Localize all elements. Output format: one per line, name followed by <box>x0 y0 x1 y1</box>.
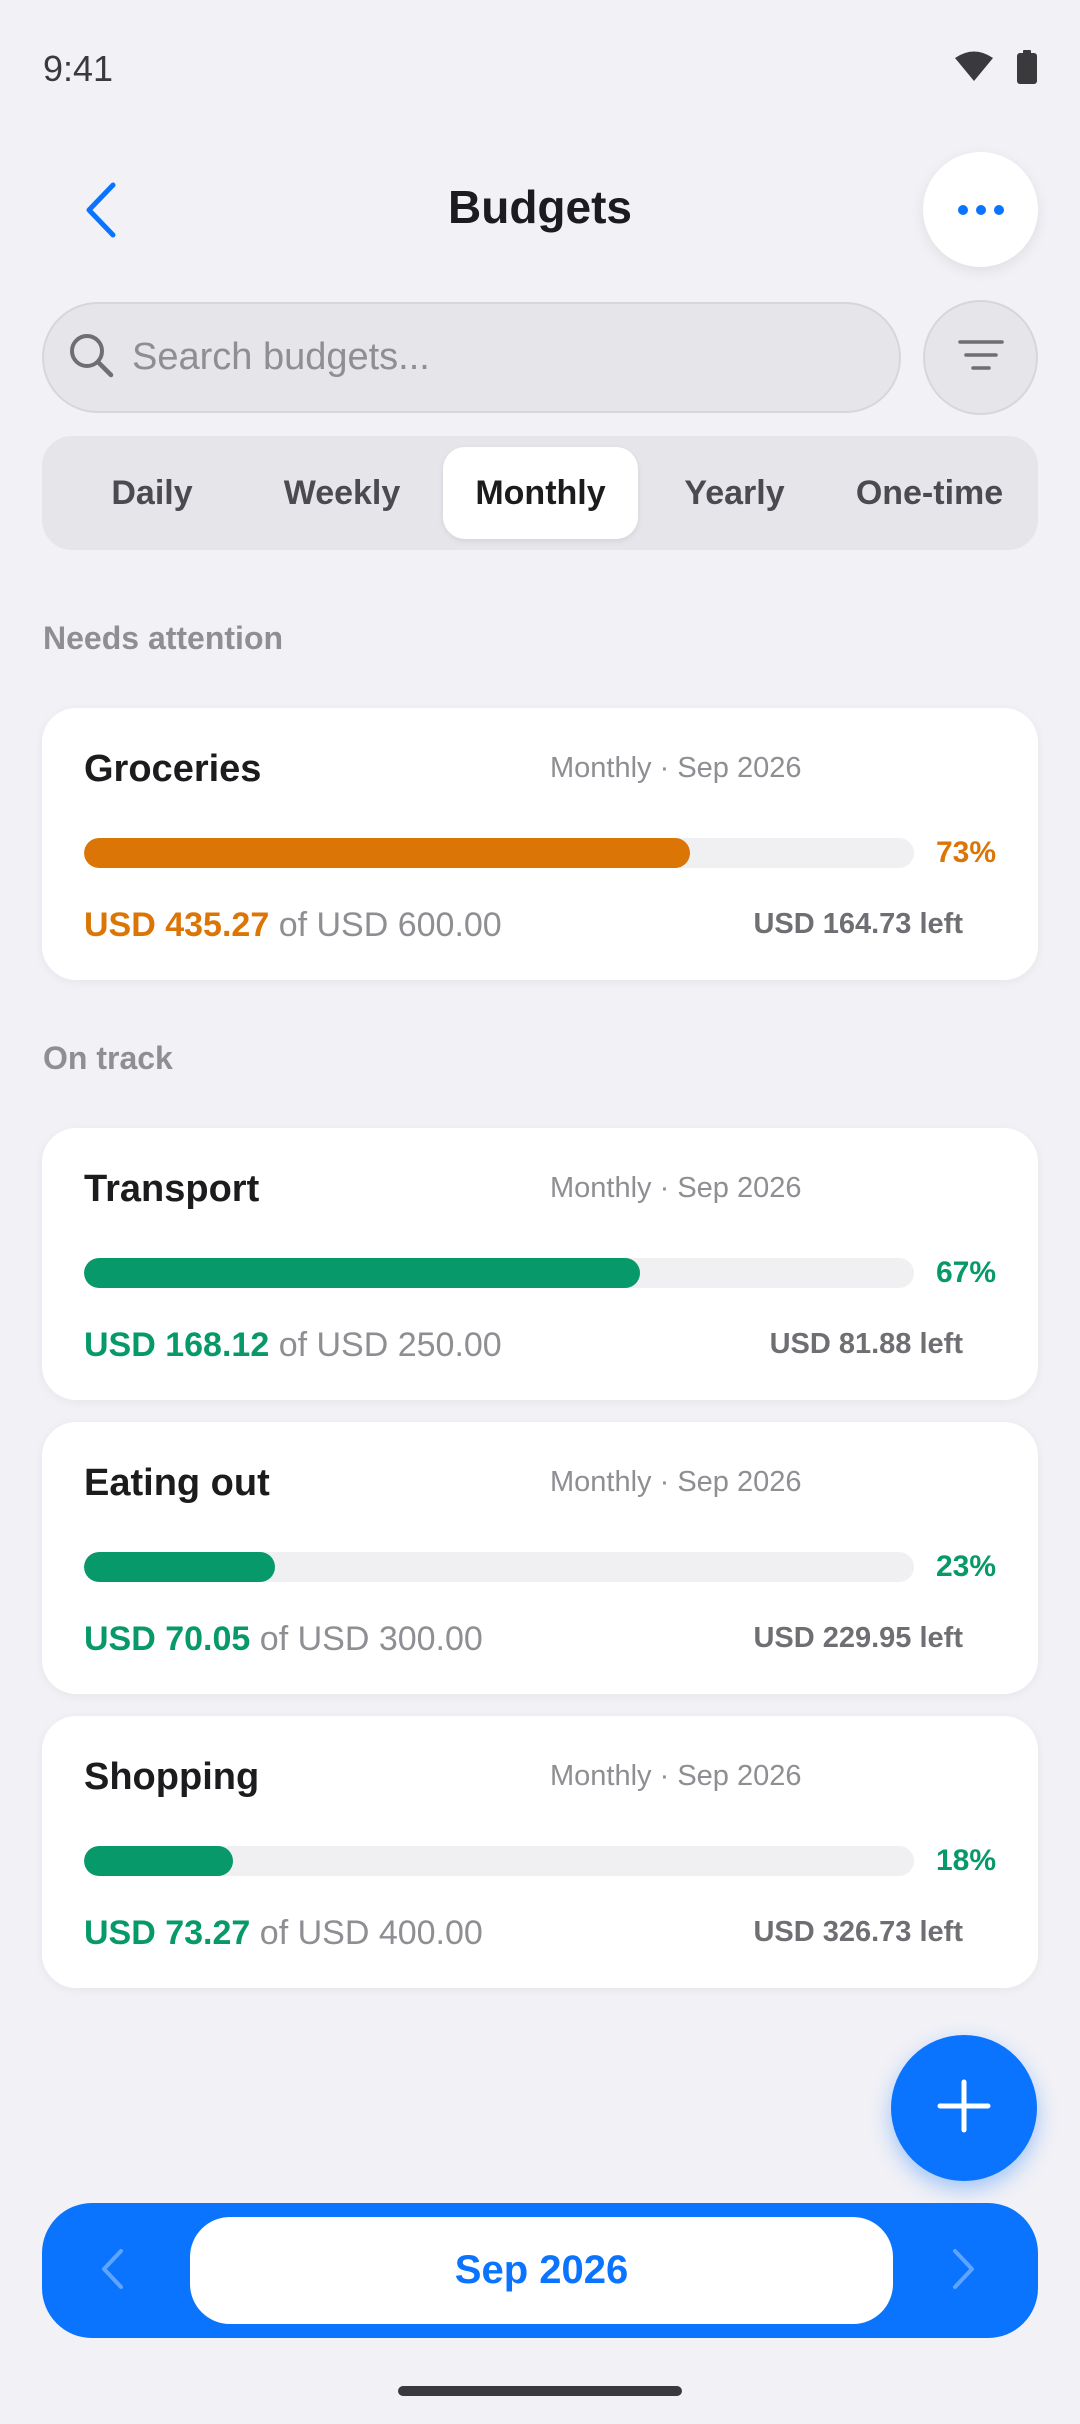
budget-total: of USD 250.00 <box>278 1326 502 1364</box>
filter-button[interactable] <box>923 300 1038 415</box>
budget-remaining: USD 229.95 left <box>753 1622 963 1654</box>
next-month-button[interactable] <box>944 2243 984 2299</box>
more-options-button[interactable] <box>923 152 1038 267</box>
budget-name: Groceries <box>84 748 262 790</box>
budget-name: Shopping <box>84 1756 260 1798</box>
home-indicator <box>398 2386 682 2396</box>
filter-icon <box>957 339 1004 376</box>
plus-icon <box>936 2078 992 2139</box>
budget-amount: USD 73.27 of USD 400.00 <box>84 1914 483 1953</box>
budget-progress-fill <box>84 1552 275 1582</box>
budget-percent: 73% <box>935 836 996 869</box>
budget-amount: USD 435.27 of USD 600.00 <box>84 906 502 945</box>
more-dots-icon <box>957 204 968 215</box>
chevron-left-icon <box>99 2247 125 2296</box>
budget-spent: USD 435.27 <box>84 906 270 944</box>
previous-month-button[interactable] <box>92 2243 132 2299</box>
budget-amount: USD 168.12 of USD 250.00 <box>84 1326 502 1365</box>
budget-remaining: USD 81.88 left <box>769 1328 963 1360</box>
tab-monthly[interactable]: Monthly <box>443 447 638 539</box>
battery-icon <box>1016 50 1038 89</box>
budget-percent: 67% <box>935 1256 996 1289</box>
budget-progress-bar <box>84 1552 914 1582</box>
budget-progress-bar <box>84 1258 914 1288</box>
budget-period: Monthly · Sep 2026 <box>550 1466 802 1498</box>
budget-progress-bar <box>84 1846 914 1876</box>
budget-card-shopping[interactable]: Shopping Monthly · Sep 2026 18% USD 73.2… <box>42 1716 1038 1988</box>
budget-progress-fill <box>84 1258 641 1288</box>
budget-progress-fill <box>84 1846 234 1876</box>
tab-daily[interactable]: Daily <box>62 447 242 539</box>
tab-yearly[interactable]: Yearly <box>642 447 827 539</box>
budget-period: Monthly · Sep 2026 <box>550 1172 802 1204</box>
page-title: Budgets <box>448 181 632 233</box>
chevron-right-icon <box>951 2247 977 2296</box>
budget-total: of USD 600.00 <box>278 906 502 944</box>
section-on-track: On track <box>43 1040 173 1076</box>
budget-total: of USD 300.00 <box>259 1620 483 1658</box>
budget-progress-bar <box>84 838 914 868</box>
budget-amount: USD 70.05 of USD 300.00 <box>84 1620 483 1659</box>
budget-name: Transport <box>84 1168 260 1210</box>
budget-spent: USD 73.27 <box>84 1914 251 1952</box>
tab-one-time[interactable]: One-time <box>832 447 1027 539</box>
status-time: 9:41 <box>43 48 114 89</box>
add-budget-button[interactable] <box>891 2035 1037 2181</box>
period-tabs: Daily Weekly Monthly Yearly One-time <box>42 436 1038 550</box>
budget-card-transport[interactable]: Transport Monthly · Sep 2026 67% USD 168… <box>42 1128 1038 1400</box>
budget-card-groceries[interactable]: Groceries Monthly · Sep 2026 73% USD 435… <box>42 708 1038 980</box>
budget-progress-fill <box>84 838 690 868</box>
month-navigator: Sep 2026 <box>42 2203 1038 2338</box>
budget-period: Monthly · Sep 2026 <box>550 752 802 784</box>
tab-weekly[interactable]: Weekly <box>252 447 432 539</box>
search-icon <box>68 332 114 383</box>
budget-spent: USD 70.05 <box>84 1620 251 1658</box>
budget-remaining: USD 326.73 left <box>753 1916 963 1948</box>
budget-card-eating-out[interactable]: Eating out Monthly · Sep 2026 23% USD 70… <box>42 1422 1038 1694</box>
budget-spent: USD 168.12 <box>84 1326 270 1364</box>
status-icons <box>954 50 1038 89</box>
budget-total: of USD 400.00 <box>259 1914 483 1952</box>
budget-remaining: USD 164.73 left <box>753 908 963 940</box>
budget-percent: 23% <box>935 1550 996 1583</box>
search-input[interactable]: Search budgets... <box>42 302 901 413</box>
budget-percent: 18% <box>935 1844 996 1877</box>
section-needs-attention: Needs attention <box>43 620 284 656</box>
current-month-label[interactable]: Sep 2026 <box>190 2217 893 2324</box>
search-placeholder: Search budgets... <box>132 336 430 378</box>
budget-name: Eating out <box>84 1462 270 1504</box>
budget-period: Monthly · Sep 2026 <box>550 1760 802 1792</box>
wifi-icon <box>954 51 994 88</box>
